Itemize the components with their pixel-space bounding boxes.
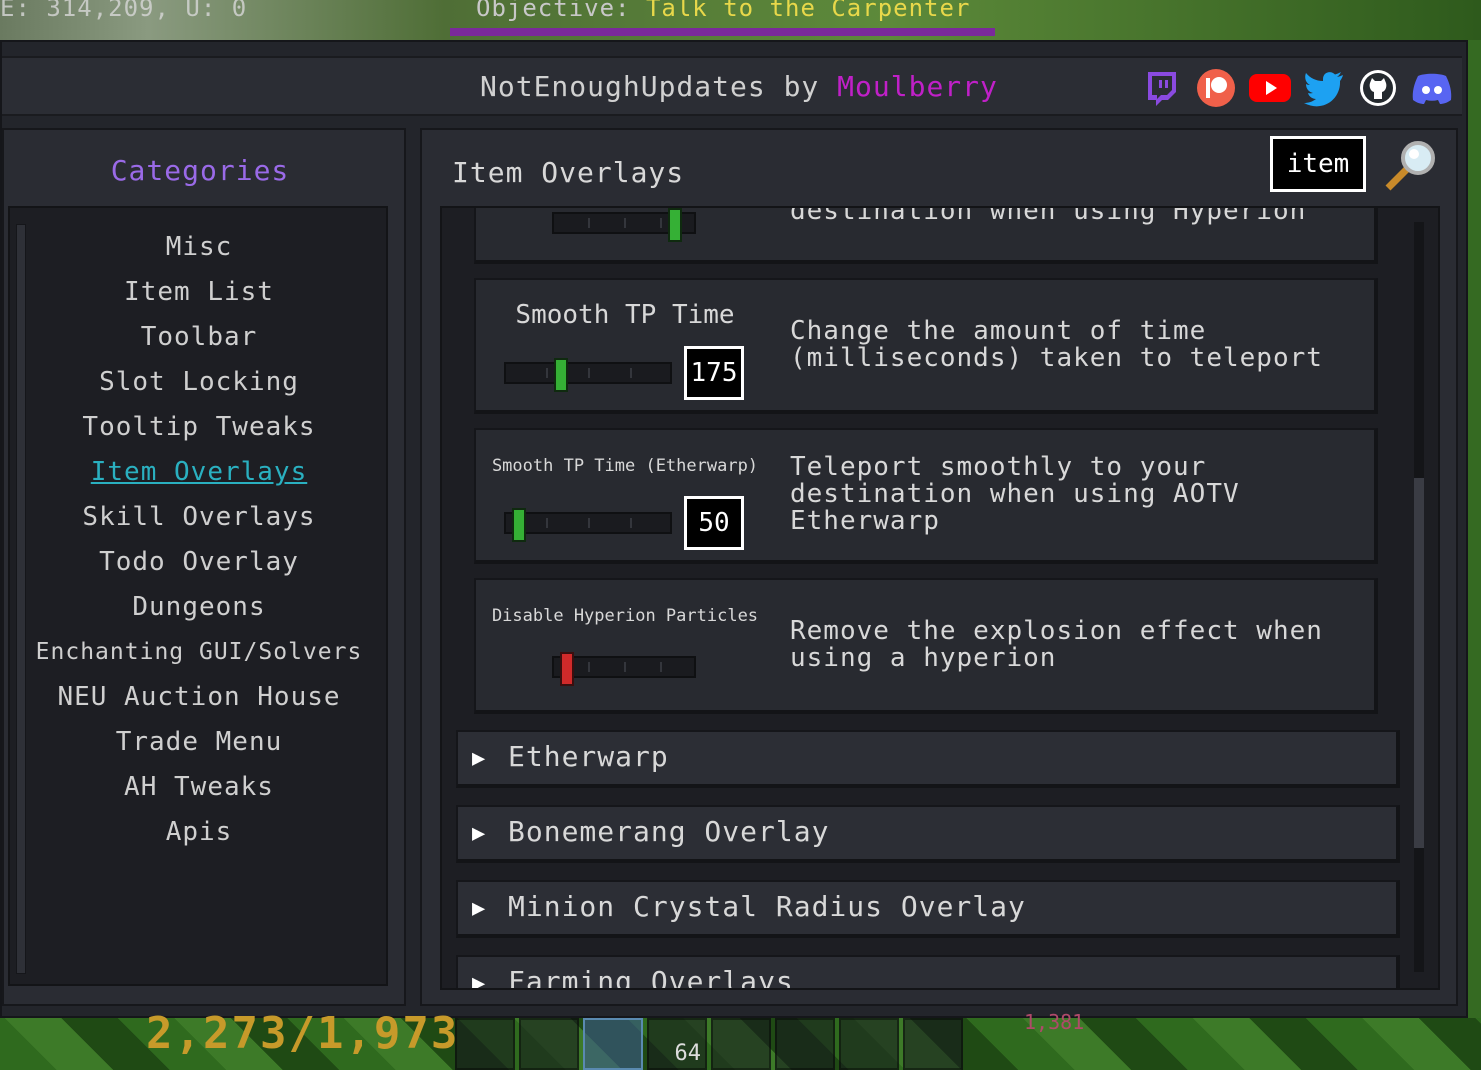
category-tooltip-tweaks[interactable]: Tooltip Tweaks	[10, 412, 388, 442]
option-name: Disable Hyperion Particles	[491, 606, 759, 626]
discord-icon[interactable]	[1410, 68, 1454, 108]
category-misc[interactable]: Misc	[10, 232, 388, 262]
hotbar-item-count: 64	[674, 1041, 702, 1066]
categories-panel: Categories Misc Item List Toolbar Slot L…	[2, 128, 406, 1006]
categories-header: Categories	[110, 154, 290, 187]
option-description: Remove the explosion effect when using a…	[790, 616, 1323, 673]
accordion-minion-crystal-radius-overlay[interactable]: ▶ Minion Crystal Radius Overlay	[456, 880, 1400, 938]
search-input[interactable]: item	[1270, 136, 1366, 192]
category-dungeons[interactable]: Dungeons	[10, 592, 388, 622]
hud-xp-counter: 2,273/1,973	[146, 1008, 460, 1059]
options-list: destination when using Hyperion Smooth T…	[440, 206, 1440, 990]
smooth-tp-time-slider[interactable]	[504, 358, 672, 392]
option-name: Smooth TP Time	[515, 300, 735, 330]
category-todo-overlay[interactable]: Todo Overlay	[10, 547, 388, 577]
option-smooth-tp-time-etherwarp: Smooth TP Time (Etherwarp) 50 Teleport s…	[474, 428, 1378, 564]
hotbar-slot-selected[interactable]	[583, 1018, 643, 1070]
boss-bar	[450, 28, 995, 36]
option-card-cut: destination when using Hyperion	[474, 206, 1378, 264]
hud-coordinates: E: 314,209, U: 0	[0, 0, 248, 22]
category-skill-overlays[interactable]: Skill Overlays	[10, 502, 388, 532]
expand-arrow-icon: ▶	[472, 971, 486, 990]
option-name: Smooth TP Time (Etherwarp)	[491, 456, 759, 476]
patreon-icon[interactable]	[1194, 68, 1238, 108]
options-scrollbar-thumb[interactable]	[1414, 478, 1424, 848]
accordion-label: Farming Overlays	[508, 965, 794, 990]
youtube-icon[interactable]	[1248, 68, 1292, 108]
magnifier-icon[interactable]	[1380, 136, 1440, 196]
expand-arrow-icon: ▶	[472, 746, 486, 771]
option-description-cut: destination when using Hyperion	[790, 206, 1307, 226]
hud-objective: Objective: Talk to the Carpenter	[476, 0, 970, 22]
title-author: Moulberry	[837, 70, 998, 103]
hotbar-slot[interactable]	[711, 1018, 771, 1070]
categories-list: Misc Item List Toolbar Slot Locking Tool…	[8, 206, 388, 986]
category-apis[interactable]: Apis	[10, 817, 388, 847]
smooth-tp-etherwarp-slider[interactable]	[504, 508, 672, 542]
category-item-list[interactable]: Item List	[10, 277, 388, 307]
title-prefix: NotEnoughUpdates by	[480, 70, 838, 103]
objective-label: Objective:	[476, 0, 631, 22]
option-slider-cut[interactable]	[552, 208, 696, 242]
hotbar: 64	[455, 1018, 995, 1070]
category-slot-locking[interactable]: Slot Locking	[10, 367, 388, 397]
hud-secondary-counter: 1,381	[1024, 1010, 1085, 1034]
smooth-tp-etherwarp-value[interactable]: 50	[684, 496, 744, 550]
category-toolbar[interactable]: Toolbar	[10, 322, 388, 352]
expand-arrow-icon: ▶	[472, 821, 486, 846]
accordion-etherwarp[interactable]: ▶ Etherwarp	[456, 730, 1400, 788]
disable-hyperion-particles-toggle[interactable]	[552, 652, 696, 686]
option-description: Teleport smoothly to your destination wh…	[790, 452, 1240, 536]
window-title: NotEnoughUpdates by Moulberry	[480, 70, 998, 103]
social-links	[1140, 68, 1454, 108]
expand-arrow-icon: ▶	[472, 896, 486, 921]
option-smooth-tp-time: Smooth TP Time 175 Change the amount of …	[474, 278, 1378, 414]
twitter-icon[interactable]	[1302, 68, 1346, 108]
options-panel: Item Overlays item destination when usin…	[420, 128, 1458, 1006]
category-enchanting-solvers[interactable]: Enchanting GUI/Solvers	[10, 639, 388, 665]
category-item-overlays[interactable]: Item Overlays	[10, 457, 388, 487]
accordion-label: Etherwarp	[508, 740, 669, 773]
accordion-bonemerang-overlay[interactable]: ▶ Bonemerang Overlay	[456, 805, 1400, 863]
hotbar-slot[interactable]	[455, 1018, 515, 1070]
title-bar: NotEnoughUpdates by Moulberry	[2, 56, 1462, 116]
hotbar-slot[interactable]: 64	[647, 1018, 707, 1070]
twitch-icon[interactable]	[1140, 68, 1184, 108]
hotbar-slot[interactable]	[519, 1018, 579, 1070]
option-disable-hyperion-particles: Disable Hyperion Particles Remove the ex…	[474, 578, 1378, 714]
option-description: Change the amount of time (milliseconds)…	[790, 316, 1323, 373]
objective-value: Talk to the Carpenter	[645, 0, 971, 22]
smooth-tp-time-value[interactable]: 175	[684, 346, 744, 400]
hotbar-slot[interactable]	[839, 1018, 899, 1070]
accordion-farming-overlays[interactable]: ▶ Farming Overlays	[456, 955, 1400, 990]
category-neu-auction-house[interactable]: NEU Auction House	[10, 682, 388, 712]
accordion-label: Bonemerang Overlay	[508, 815, 830, 848]
section-title: Item Overlays	[452, 156, 685, 189]
hotbar-slot[interactable]	[775, 1018, 835, 1070]
category-trade-menu[interactable]: Trade Menu	[10, 727, 388, 757]
neu-settings-window: NotEnoughUpdates by Moulberry Categories…	[0, 40, 1468, 1018]
hotbar-slot[interactable]	[903, 1018, 963, 1070]
accordion-label: Minion Crystal Radius Overlay	[508, 890, 1026, 923]
category-ah-tweaks[interactable]: AH Tweaks	[10, 772, 388, 802]
github-icon[interactable]	[1356, 68, 1400, 108]
